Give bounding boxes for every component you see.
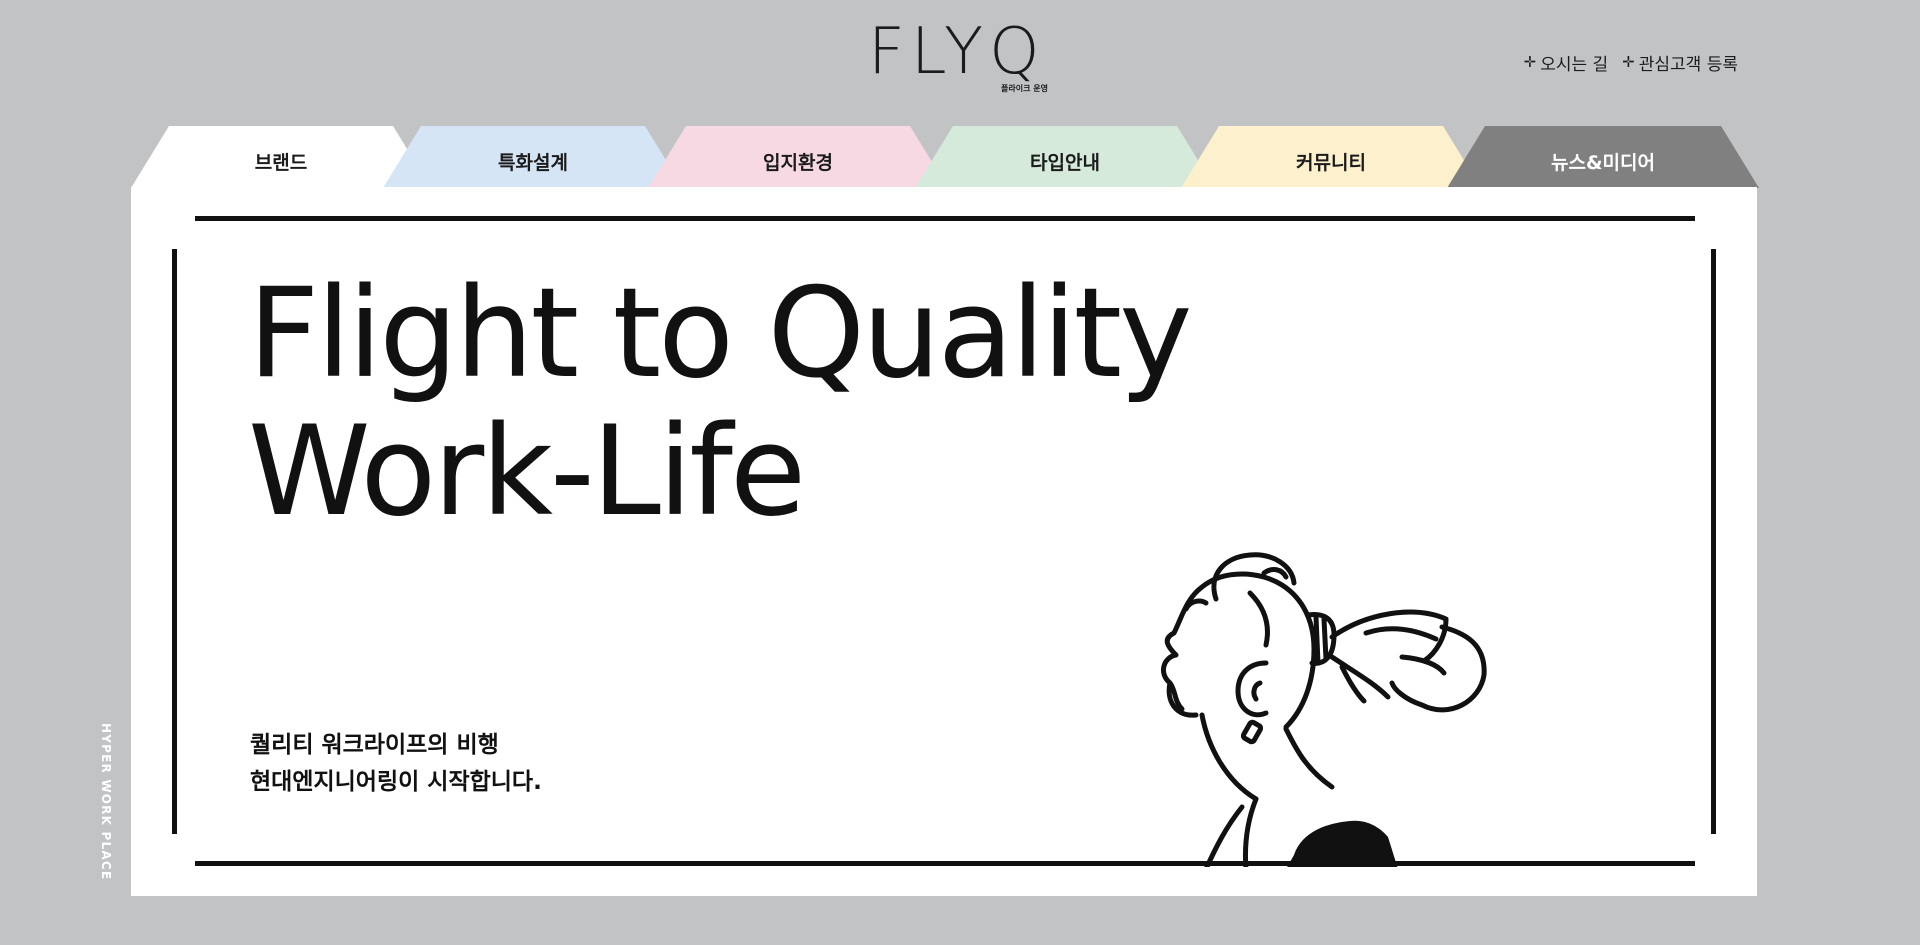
tab-type-guide-label: 타입안내 [1030,152,1100,174]
register-interest-link-label: 관심고객 등록 [1638,55,1738,75]
register-interest-link[interactable]: ✛ 관심고객 등록 [1622,50,1738,76]
subcopy-line-1: 퀄리티 워크라이프의 비행 [250,732,499,758]
hero-card: Flight to Quality Work-Life 퀄리티 워크라이프의 비… [131,187,1757,896]
tab-news-media-label: 뉴스&미디어 [1551,152,1655,174]
headline-line-1: Flight to Quality [248,262,1193,406]
logo-wordmark: FLYQ [868,15,1046,89]
frame-top-line [195,216,1695,221]
headline-line-2: Work-Life [248,400,806,544]
directions-link-label: 오시는 길 [1540,55,1609,75]
utility-links: ✛ 오시는 길 ✛ 관심고객 등록 [1523,50,1738,76]
plus-icon: ✛ [1523,53,1537,71]
tab-special-design[interactable]: 특화설계 [383,126,683,188]
brand-logo[interactable]: FLYQ 플라이크 운영 [868,20,1052,96]
tab-special-design-label: 특화설계 [498,152,568,174]
logo-subtitle: 플라이크 운영 [1001,84,1048,93]
tab-location-label: 입지환경 [763,152,833,174]
tab-news-media[interactable]: 뉴스&미디어 [1447,126,1759,188]
hero-subcopy: 퀄리티 워크라이프의 비행 현대엔지니어링이 시작합니다. [250,727,542,801]
side-vertical-label: HYPER WORK PLACE [99,723,113,881]
hero-headline: Flight to Quality Work-Life [248,262,1193,544]
frame-left-line [172,249,177,834]
tab-type-guide[interactable]: 타입안내 [915,126,1215,188]
subcopy-line-2: 현대엔지니어링이 시작합니다. [250,769,542,795]
plus-icon: ✛ [1622,53,1635,71]
woman-line-drawing-illustration [1160,552,1487,867]
directions-link[interactable]: ✛ 오시는 길 [1523,50,1609,76]
tab-community[interactable]: 커뮤니티 [1181,126,1481,188]
main-nav-tabs: 브랜드 특화설계 입지환경 타입안내 커뮤니티 뉴스&미디어 [131,126,1759,188]
tab-location[interactable]: 입지환경 [648,126,948,188]
tab-community-label: 커뮤니티 [1296,152,1366,174]
